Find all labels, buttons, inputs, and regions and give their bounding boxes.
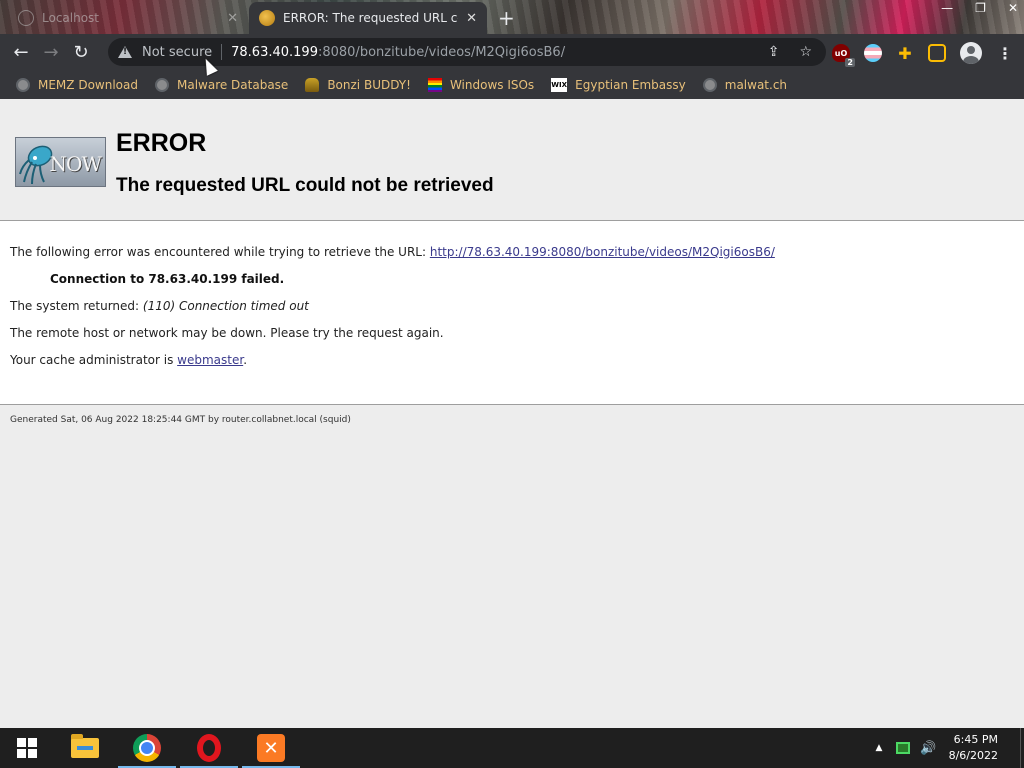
cache-admin-prefix: Your cache administrator is xyxy=(10,353,178,367)
chrome-icon xyxy=(133,734,161,762)
side-panel-icon[interactable] xyxy=(928,44,946,62)
taskbar-xampp[interactable]: ✕ xyxy=(240,728,302,768)
taskbar-chrome[interactable] xyxy=(116,728,178,768)
extensions-area: uO 2 ✚ ⋮ xyxy=(832,42,1014,67)
start-button[interactable] xyxy=(0,728,54,768)
taskbar-opera[interactable] xyxy=(178,728,240,768)
error-header: NOW ERROR The requested URL could not be… xyxy=(0,103,1024,221)
system-returned-label: The system returned: xyxy=(10,299,143,313)
network-icon[interactable] xyxy=(896,742,911,754)
taskbar-file-explorer[interactable] xyxy=(54,728,116,768)
connection-failed-text: Connection to 78.63.40.199 failed. xyxy=(50,272,285,286)
squid-favicon-icon xyxy=(259,10,275,26)
clock-date: 8/6/2022 xyxy=(948,749,998,762)
system-returned-value: (110) Connection timed out xyxy=(142,299,309,313)
error-url-link[interactable]: http://78.63.40.199:8080/bonzitube/video… xyxy=(430,245,775,259)
globe-icon xyxy=(18,10,34,26)
logo-now-text: NOW xyxy=(49,152,102,176)
file-explorer-icon xyxy=(71,734,99,758)
cache-admin-line: Your cache administrator is webmaster. xyxy=(10,353,247,367)
ublock-count-badge: 2 xyxy=(845,58,855,67)
bookmarks-bar: MEMZ Download Malware Database Bonzi BUD… xyxy=(0,70,1024,99)
volume-icon[interactable]: 🔊 xyxy=(920,741,936,756)
bookmark-label: Malware Database xyxy=(176,77,289,92)
close-tab-icon[interactable]: ✕ xyxy=(466,11,477,26)
new-tab-button[interactable]: + xyxy=(498,6,515,30)
bookmark-label: Windows ISOs xyxy=(449,77,535,92)
browser-toolbar: ← → ↻ Not secure 78.63.40.199 :8080/bonz… xyxy=(0,34,1024,70)
bookmark-label: MEMZ Download xyxy=(38,77,138,92)
kebab-menu-icon[interactable]: ⋮ xyxy=(996,44,1014,63)
bookmark-memz-download[interactable]: MEMZ Download xyxy=(16,77,138,92)
show-hidden-icons-icon[interactable]: ▲ xyxy=(875,743,882,753)
close-tab-icon[interactable]: ✕ xyxy=(227,11,238,26)
globe-icon xyxy=(16,77,30,92)
bookmark-label: Bonzi BUDDY! xyxy=(327,77,411,92)
bonzi-icon xyxy=(305,77,320,92)
omnibox-actions: ⇪ ☆ xyxy=(768,44,812,60)
wix-icon: WIX xyxy=(551,77,568,92)
error-intro-text: The following error was encountered whil… xyxy=(10,245,430,259)
bookmark-bonzi-buddy[interactable]: Bonzi BUDDY! xyxy=(305,77,411,92)
bookmark-windows-isos[interactable]: Windows ISOs xyxy=(427,77,535,92)
url-host: 78.63.40.199 xyxy=(231,44,318,60)
minimize-button[interactable]: — xyxy=(941,1,953,15)
bookmark-egyptian-embassy[interactable]: WIX Egyptian Embassy xyxy=(551,77,686,92)
clock-time: 6:45 PM xyxy=(953,733,998,746)
reload-button[interactable]: ↻ xyxy=(66,37,96,67)
show-desktop-button[interactable] xyxy=(1020,728,1024,768)
tab-localhost[interactable]: Localhost ✕ xyxy=(8,2,248,34)
page-title: ERROR xyxy=(116,129,207,157)
tab-error[interactable]: ERROR: The requested URL could not be re… xyxy=(249,2,487,34)
generated-footer: Generated Sat, 06 Aug 2022 18:25:44 GMT … xyxy=(10,415,351,425)
globe-icon xyxy=(154,77,169,92)
system-tray: ▲ 🔊 6:45 PM 8/6/2022 xyxy=(875,728,1024,768)
back-button[interactable]: ← xyxy=(6,37,36,67)
xampp-icon: ✕ xyxy=(257,734,285,762)
address-bar[interactable]: Not secure 78.63.40.199 :8080/bonzitube/… xyxy=(108,38,826,66)
bookmark-label: Egyptian Embassy xyxy=(575,77,686,92)
rainbow-flag-icon xyxy=(427,77,442,92)
windows-taskbar: ✕ ▲ 🔊 6:45 PM 8/6/2022 xyxy=(0,728,1024,768)
error-details: The following error was encountered whil… xyxy=(0,221,1024,405)
windows-logo-icon xyxy=(17,738,37,758)
forward-button[interactable]: → xyxy=(36,37,66,67)
trans-flag-extension-icon[interactable] xyxy=(864,44,882,62)
profile-avatar-icon[interactable] xyxy=(960,42,982,64)
close-window-button[interactable]: ✕ xyxy=(1008,1,1018,15)
bookmark-label: malwat.ch xyxy=(724,77,788,92)
error-intro-line: The following error was encountered whil… xyxy=(10,245,775,259)
system-returned-line: The system returned: (110) Connection ti… xyxy=(10,299,309,313)
clock[interactable]: 6:45 PM 8/6/2022 xyxy=(949,732,998,764)
security-label[interactable]: Not secure xyxy=(142,45,212,60)
maximize-button[interactable]: ❐ xyxy=(975,1,986,15)
bookmark-star-icon[interactable]: ☆ xyxy=(799,44,812,60)
tab-title: Localhost xyxy=(42,11,100,25)
tab-strip: Localhost ✕ ERROR: The requested URL cou… xyxy=(0,0,1024,34)
globe-icon xyxy=(702,77,717,92)
webmaster-link[interactable]: webmaster xyxy=(177,353,243,367)
opera-icon xyxy=(197,734,221,762)
squid-now-logo: NOW xyxy=(15,137,106,187)
url-path: :8080/bonzitube/videos/M2Qigi6osB6/ xyxy=(317,44,566,60)
tab-title: ERROR: The requested URL could not be re… xyxy=(283,11,458,25)
share-icon[interactable]: ⇪ xyxy=(768,44,780,60)
web-page: NOW ERROR The requested URL could not be… xyxy=(0,103,1024,728)
window-controls: — ❐ ✕ xyxy=(941,0,1018,15)
page-subtitle: The requested URL could not be retrieved xyxy=(116,175,494,196)
bookmark-malwatch[interactable]: malwat.ch xyxy=(702,77,788,92)
extensions-puzzle-icon[interactable]: ✚ xyxy=(896,44,914,63)
ublock-origin-icon[interactable]: uO 2 xyxy=(832,44,855,67)
remote-down-text: The remote host or network may be down. … xyxy=(10,326,444,340)
separator xyxy=(221,44,223,60)
cache-admin-suffix: . xyxy=(243,353,248,367)
bookmark-malware-database[interactable]: Malware Database xyxy=(154,77,289,92)
warning-icon[interactable] xyxy=(118,46,132,58)
